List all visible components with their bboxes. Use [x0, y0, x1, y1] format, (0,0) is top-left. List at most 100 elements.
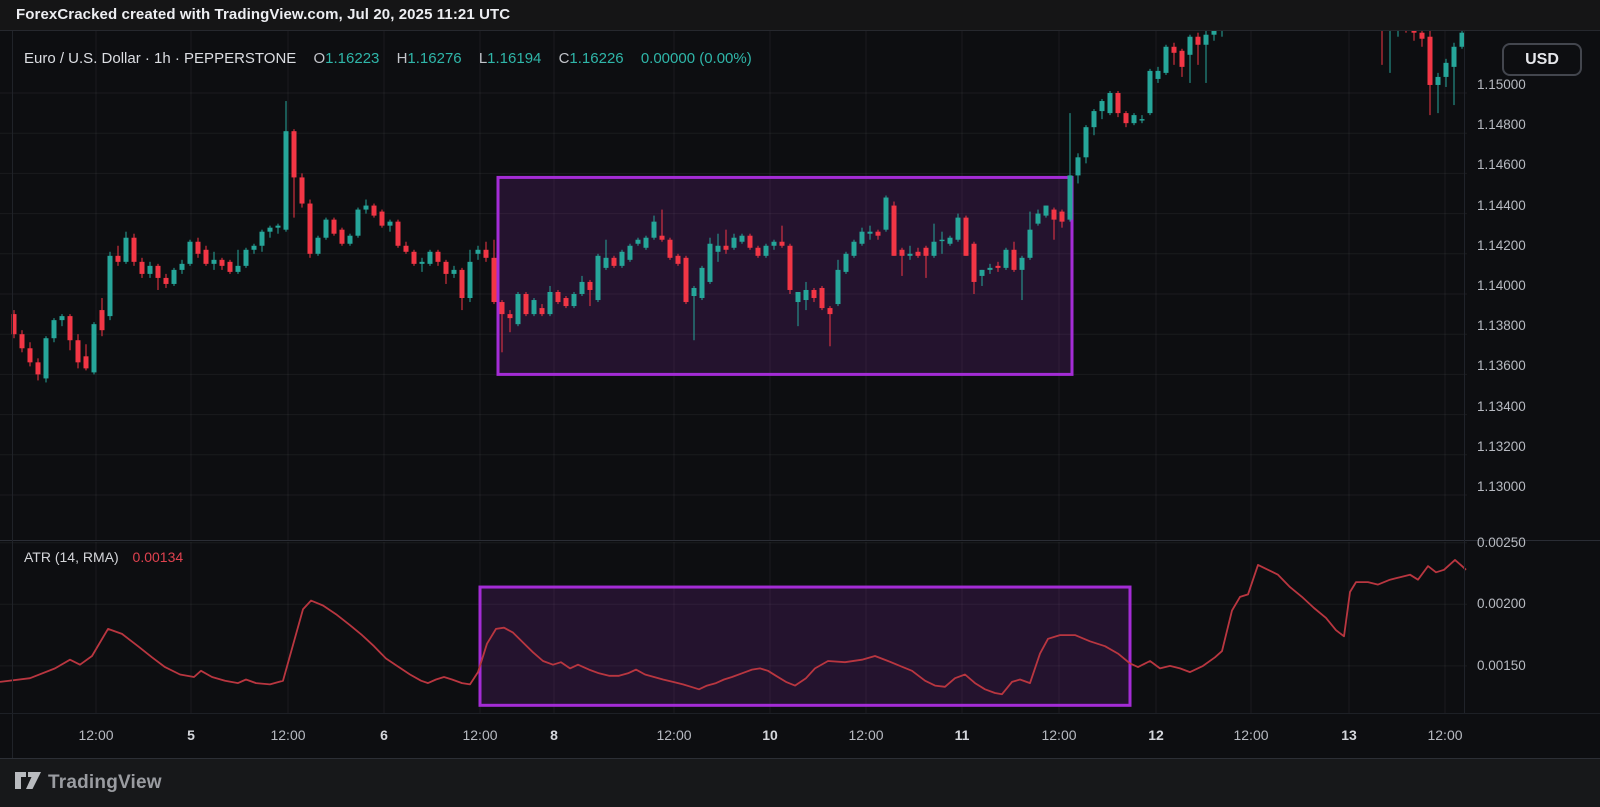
- candle-up[interactable]: [244, 250, 249, 266]
- candle-up[interactable]: [148, 266, 153, 274]
- candle-down[interactable]: [900, 250, 905, 256]
- atr-indicator-pane[interactable]: [0, 542, 1467, 713]
- candle-down[interactable]: [524, 294, 529, 314]
- candle-down[interactable]: [140, 262, 145, 274]
- consolidation-highlight-box[interactable]: [498, 177, 1072, 374]
- candle-up[interactable]: [868, 232, 873, 234]
- candle-down[interactable]: [876, 232, 881, 236]
- candle-down[interactable]: [612, 258, 617, 266]
- candle-up[interactable]: [268, 228, 273, 232]
- candle-down[interactable]: [436, 252, 441, 262]
- candle-up[interactable]: [52, 320, 57, 338]
- tradingview-logo-icon[interactable]: [14, 771, 42, 795]
- candle-down[interactable]: [164, 278, 169, 284]
- candle-down[interactable]: [396, 222, 401, 246]
- candle-up[interactable]: [1204, 35, 1209, 45]
- candle-up[interactable]: [356, 210, 361, 236]
- candle-up[interactable]: [60, 316, 65, 320]
- candle-down[interactable]: [196, 242, 201, 254]
- candle-up[interactable]: [316, 238, 321, 254]
- candle-up[interactable]: [284, 131, 289, 229]
- candle-down[interactable]: [340, 230, 345, 244]
- atr-legend[interactable]: ATR (14, RMA) 0.00134: [24, 549, 183, 565]
- candle-up[interactable]: [796, 292, 801, 302]
- candle-up[interactable]: [1044, 206, 1049, 216]
- candle-up[interactable]: [860, 232, 865, 244]
- candle-up[interactable]: [1436, 77, 1441, 85]
- candle-down[interactable]: [1052, 210, 1057, 220]
- candle-up[interactable]: [1132, 115, 1137, 123]
- candle-down[interactable]: [676, 256, 681, 264]
- candle-down[interactable]: [564, 298, 569, 306]
- candle-down[interactable]: [484, 250, 489, 258]
- currency-toggle-button[interactable]: USD: [1502, 43, 1582, 76]
- candle-up[interactable]: [1092, 111, 1097, 127]
- candle-up[interactable]: [692, 288, 697, 296]
- candle-up[interactable]: [604, 258, 609, 268]
- candle-up[interactable]: [468, 262, 473, 298]
- candle-up[interactable]: [732, 238, 737, 248]
- candle-down[interactable]: [156, 266, 161, 278]
- candle-up[interactable]: [596, 256, 601, 300]
- candle-up[interactable]: [1452, 47, 1457, 67]
- candle-up[interactable]: [1444, 63, 1449, 77]
- candle-up[interactable]: [276, 226, 281, 228]
- candle-up[interactable]: [188, 242, 193, 264]
- candle-down[interactable]: [100, 310, 105, 330]
- candle-down[interactable]: [1124, 113, 1129, 123]
- candle-down[interactable]: [748, 236, 753, 248]
- candle-down[interactable]: [116, 256, 121, 262]
- price-axis[interactable]: 1.150001.148001.146001.144001.142001.140…: [1467, 31, 1600, 713]
- candle-up[interactable]: [1188, 37, 1193, 55]
- candle-down[interactable]: [828, 308, 833, 314]
- candle-down[interactable]: [756, 248, 761, 256]
- candle-up[interactable]: [548, 292, 553, 314]
- candle-down[interactable]: [780, 242, 785, 246]
- candle-up[interactable]: [108, 256, 113, 316]
- candle-down[interactable]: [84, 356, 89, 368]
- candle-down[interactable]: [668, 240, 673, 258]
- candle-down[interactable]: [220, 260, 225, 266]
- candle-down[interactable]: [460, 270, 465, 298]
- candle-down[interactable]: [556, 292, 561, 302]
- main-price-pane[interactable]: [0, 31, 1467, 540]
- candle-up[interactable]: [908, 254, 913, 256]
- candle-up[interactable]: [988, 268, 993, 270]
- candle-up[interactable]: [804, 290, 809, 300]
- candle-up[interactable]: [652, 222, 657, 238]
- main-legend[interactable]: Euro / U.S. Dollar · 1h · PEPPERSTONE O1…: [24, 50, 752, 67]
- candle-down[interactable]: [412, 252, 417, 264]
- candle-down[interactable]: [492, 258, 497, 302]
- candle-up[interactable]: [428, 252, 433, 264]
- candle-up[interactable]: [636, 240, 641, 244]
- candle-down[interactable]: [724, 246, 729, 250]
- candle-up[interactable]: [628, 246, 633, 260]
- candle-down[interactable]: [292, 131, 297, 177]
- candle-up[interactable]: [948, 238, 953, 244]
- candle-down[interactable]: [28, 348, 33, 362]
- candle-down[interactable]: [1420, 33, 1425, 39]
- atr-title[interactable]: ATR (14, RMA): [24, 549, 119, 565]
- candle-up[interactable]: [772, 242, 777, 246]
- candle-up[interactable]: [452, 270, 457, 274]
- candle-down[interactable]: [964, 218, 969, 256]
- candle-up[interactable]: [836, 270, 841, 304]
- candle-up[interactable]: [516, 294, 521, 324]
- tradingview-brand-text[interactable]: TradingView: [48, 772, 162, 794]
- candle-up[interactable]: [172, 270, 177, 284]
- candle-down[interactable]: [996, 266, 1001, 268]
- candle-up[interactable]: [1076, 157, 1081, 175]
- candle-down[interactable]: [68, 316, 73, 340]
- candle-down[interactable]: [1428, 37, 1433, 85]
- candle-up[interactable]: [1164, 47, 1169, 73]
- candle-up[interactable]: [1068, 175, 1073, 219]
- atr-highlight-box[interactable]: [480, 587, 1130, 705]
- candle-up[interactable]: [764, 246, 769, 256]
- candle-up[interactable]: [236, 266, 241, 272]
- candle-down[interactable]: [1196, 37, 1201, 45]
- candle-up[interactable]: [740, 236, 745, 242]
- candle-up[interactable]: [884, 198, 889, 230]
- candle-up[interactable]: [1084, 127, 1089, 157]
- candle-up[interactable]: [940, 240, 945, 241]
- candle-up[interactable]: [1036, 214, 1041, 224]
